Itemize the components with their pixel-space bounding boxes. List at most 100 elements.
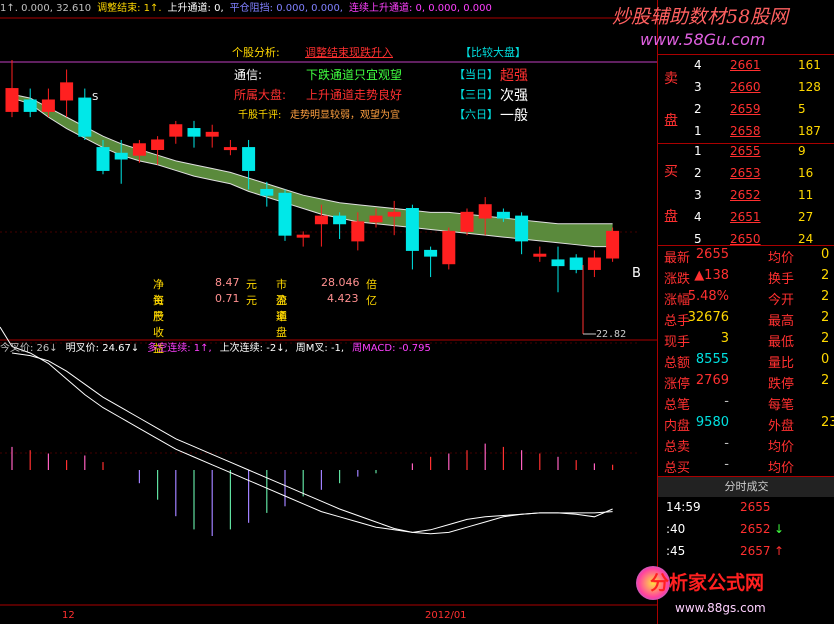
- candle: [387, 211, 401, 217]
- order-idx: 4: [694, 58, 702, 72]
- quote-label: 换手: [768, 272, 795, 287]
- eps-unit: 元: [246, 294, 257, 307]
- candle: [314, 215, 328, 225]
- order-vol: 128: [798, 80, 821, 94]
- quote-value: -: [724, 436, 729, 451]
- period-day-value: 超强: [500, 68, 528, 84]
- deal-price: 2655: [740, 500, 771, 514]
- quote-label: 涨停: [664, 377, 691, 392]
- quote-value: 32676: [687, 310, 729, 325]
- candle: [114, 152, 128, 160]
- deal-direction-icon: ↑: [774, 544, 785, 558]
- comment-value: 走势明显较弱，观望为宜: [290, 110, 400, 121]
- market-label: 所属大盘:: [234, 88, 287, 102]
- quote-row: 现手 3 最低 2: [658, 331, 834, 353]
- candle: [478, 204, 492, 219]
- period-6day-value: 一般: [500, 108, 528, 124]
- period-6day-label[interactable]: 【六日】: [454, 106, 498, 122]
- candle: [533, 253, 547, 257]
- quote-row: 总手 32676 最高 2: [658, 310, 834, 332]
- order-vol: 24: [798, 232, 814, 246]
- deals-title[interactable]: 分时成交: [658, 476, 834, 497]
- quote-label: 每笔: [768, 398, 795, 413]
- comment-label: 千股千评:: [238, 110, 282, 121]
- order-price: 2660: [730, 80, 761, 94]
- buy-marker: B: [632, 266, 641, 281]
- order-vol: 5: [798, 102, 806, 116]
- quote-row: 总卖 - 均价: [658, 436, 834, 458]
- quote-row: 涨幅 5.48% 今开 2: [658, 289, 834, 311]
- quote-row: 最新 2655 均价 0: [658, 247, 834, 269]
- float-value: 4.423: [327, 292, 359, 305]
- order-idx: 3: [694, 80, 702, 94]
- candle: [496, 211, 510, 219]
- order-idx: 2: [694, 166, 702, 180]
- candle: [151, 139, 165, 150]
- candle: [551, 259, 565, 267]
- eps-value: 0.71: [215, 292, 240, 305]
- deal-time: :45: [666, 544, 686, 558]
- order-idx: 3: [694, 188, 702, 202]
- analysis-label: 个股分析:: [232, 46, 280, 59]
- candle: [424, 249, 438, 257]
- compare-market-button[interactable]: 【比较大盘】: [460, 44, 526, 60]
- order-idx: 2: [694, 102, 702, 116]
- comm-value: 下跌通道只宜观望: [306, 68, 403, 82]
- quote-value: 5.48%: [687, 289, 729, 304]
- candle: [223, 147, 237, 151]
- candle: [351, 221, 365, 242]
- market-value: 上升通道走势良好: [306, 88, 403, 102]
- quote-value: 2: [821, 331, 830, 346]
- quote-label: 总笔: [664, 398, 691, 413]
- deal-row: :40 2652 ↓: [658, 522, 834, 544]
- macd-panel: [0, 326, 614, 536]
- quote-value: 2769: [695, 373, 729, 388]
- quote-value: ▲138: [694, 268, 729, 283]
- quote-label: 内盘: [664, 419, 691, 434]
- quote-row: 总额 8555 量比 0: [658, 352, 834, 374]
- order-vol: 187: [798, 124, 821, 138]
- deal-time: 14:59: [666, 500, 701, 514]
- order-book-row[interactable]: 1 2655 9: [658, 144, 834, 166]
- quote-label: 总手: [664, 314, 691, 329]
- quote-panel: 卖盘 4 2661 161 3 2660 128 2 2659 5 1 2658 187 买盘 1 26…: [657, 0, 834, 624]
- order-price: 2653: [730, 166, 761, 180]
- order-price: 2650: [730, 232, 761, 246]
- quote-row: 涨停 2769 跌停 2: [658, 373, 834, 395]
- order-book-row[interactable]: 4 2651 27: [658, 210, 834, 232]
- order-book-row[interactable]: 4 2661 161: [658, 58, 834, 80]
- indicator-item: 周MACD: -0.795: [352, 343, 431, 354]
- order-book-row[interactable]: 2 2659 5: [658, 102, 834, 124]
- candle: [569, 257, 583, 270]
- quote-label: 总买: [664, 461, 691, 476]
- candle: [442, 230, 456, 265]
- quote-label: 现手: [664, 335, 691, 350]
- period-day-label[interactable]: 【当日】: [454, 66, 498, 82]
- deal-price: 2657: [740, 544, 771, 558]
- order-book-row[interactable]: 3 2660 128: [658, 80, 834, 102]
- quote-value: 0: [821, 352, 830, 367]
- x-tick-label: 12: [62, 610, 75, 621]
- order-price: 2661: [730, 58, 761, 72]
- candle: [606, 230, 620, 259]
- watermark-bottom: 分析家公式网: [650, 572, 765, 594]
- quote-value: 0: [821, 247, 830, 262]
- net-assets-unit: 元: [246, 278, 257, 291]
- float-label: 流通盘: [276, 294, 287, 339]
- pe-value: 28.046: [321, 276, 360, 289]
- order-vol: 16: [798, 166, 814, 180]
- quote-value: 2: [821, 373, 830, 388]
- quote-label: 外盘: [768, 419, 795, 434]
- dea-line: [11, 352, 613, 535]
- pe-unit: 倍: [366, 278, 377, 291]
- deal-row: :45 2657 ↑: [658, 544, 834, 566]
- order-book-row[interactable]: 3 2652 11: [658, 188, 834, 210]
- quote-value: 2655: [695, 247, 729, 262]
- deal-price: 2652: [740, 522, 771, 536]
- quote-label: 涨跌: [664, 272, 691, 287]
- quote-value: -: [724, 394, 729, 409]
- order-price: 2651: [730, 210, 761, 224]
- period-3day-label[interactable]: 【三日】: [454, 86, 498, 102]
- analysis-overlay: 个股分析: 调整结束现跌升入 【比较大盘】 通信: 下跌通道只宜观望 所属大盘:…: [0, 0, 657, 140]
- order-book-row[interactable]: 2 2653 16: [658, 166, 834, 188]
